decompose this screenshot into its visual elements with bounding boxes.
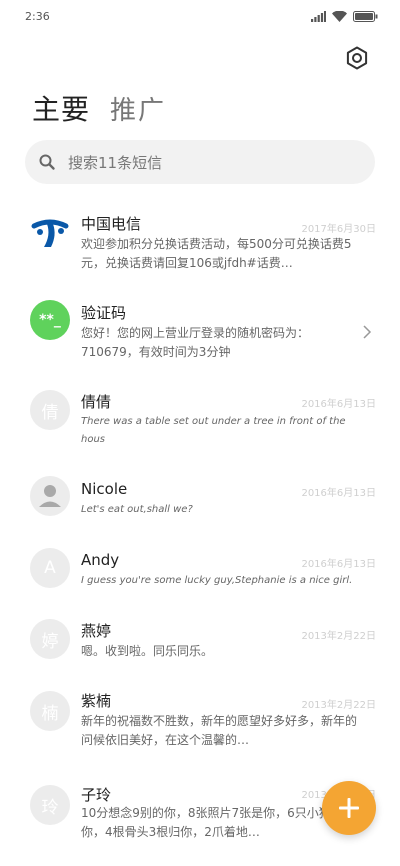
search-placeholder: 搜索11条短信: [68, 154, 163, 172]
avatar: [30, 476, 70, 516]
message-date: 2017年6月30日: [301, 224, 376, 235]
avatar: 楠: [30, 691, 70, 731]
message-item[interactable]: 楠 紫楠 2013年2月22日 新年的祝福数不胜数，新年的愿望好多好多，新年的问…: [0, 664, 400, 764]
avatar-text: **_: [39, 312, 61, 328]
china-telecom-logo-icon: [31, 219, 69, 247]
avatar: **_: [30, 300, 70, 340]
avatar: 婷: [30, 619, 70, 659]
sender-name: 验证码: [81, 304, 127, 322]
sender-name: 燕婷: [81, 622, 112, 640]
avatar: 玲: [30, 785, 70, 825]
message-item[interactable]: 中国电信 2017年6月30日 欢迎参加积分兑换话费活动，每500分可兑换话费5…: [0, 200, 400, 272]
message-preview: There was a table set out under a tree i…: [81, 416, 346, 445]
search-bar[interactable]: 搜索11条短信: [25, 140, 375, 184]
status-icons: [311, 11, 378, 22]
message-preview: Let's eat out,shall we?: [81, 504, 193, 515]
avatar: [30, 213, 70, 253]
message-preview: I guess you're some lucky guy,Stephanie …: [81, 575, 353, 586]
avatar-text: 倩: [41, 402, 59, 423]
message-item[interactable]: A Andy 2016年6月13日 I guess you're some lu…: [0, 520, 400, 592]
message-preview: 嗯。收到啦。同乐同乐。: [81, 644, 214, 658]
avatar-text: 玲: [41, 797, 59, 818]
message-item[interactable]: 倩 倩倩 2016年6月13日 There was a table set ou…: [0, 370, 400, 448]
message-date: 2016年6月13日: [301, 488, 376, 499]
avatar-text: 婷: [41, 631, 59, 652]
status-time: 2:36: [25, 10, 50, 23]
message-preview: 您好！您的网上营业厅登录的随机密码为：710679，有效时间为3分钟: [81, 326, 310, 359]
message-date: 2013年2月22日: [301, 631, 376, 642]
message-date: 2016年6月13日: [301, 399, 376, 410]
status-bar: 2:36: [0, 0, 400, 36]
battery-icon: [353, 11, 378, 22]
avatar-text: 楠: [41, 703, 59, 724]
sender-name: 中国电信: [81, 215, 142, 233]
message-item[interactable]: 婷 燕婷 2013年2月22日 嗯。收到啦。同乐同乐。: [0, 592, 400, 664]
avatar: A: [30, 548, 70, 588]
compose-button[interactable]: [322, 781, 376, 835]
plus-icon: [339, 798, 359, 818]
settings-button[interactable]: [344, 45, 370, 71]
sender-name: Nicole: [81, 480, 128, 498]
wifi-icon: [332, 11, 347, 22]
avatar: 倩: [30, 390, 70, 430]
sender-name: 紫楠: [81, 692, 112, 710]
sender-name: 子玲: [81, 786, 112, 804]
tab-promo[interactable]: 推广: [110, 90, 166, 127]
gear-icon: [346, 46, 368, 70]
message-list: 中国电信 2017年6月30日 欢迎参加积分兑换话费活动，每500分可兑换话费5…: [0, 200, 400, 372]
message-preview: 欢迎参加积分兑换话费活动，每500分可兑换话费5元，兑换话费请回复106或jfd…: [81, 237, 352, 270]
person-icon: [39, 485, 61, 507]
signal-icon: [311, 11, 326, 22]
avatar-text: A: [44, 558, 56, 578]
message-item[interactable]: **_ 验证码 您好！您的网上营业厅登录的随机密码为：710679，有效时间为3…: [0, 272, 400, 372]
message-item[interactable]: Nicole 2016年6月13日 Let's eat out,shall we…: [0, 448, 400, 520]
message-date: 2013年2月22日: [301, 700, 376, 711]
sender-name: Andy: [81, 551, 120, 569]
search-icon: [39, 154, 55, 170]
tab-main[interactable]: 主要: [32, 88, 90, 128]
sender-name: 倩倩: [81, 393, 112, 411]
category-tabs: 主要 推广: [32, 88, 166, 128]
chevron-right-icon: [363, 325, 372, 339]
message-preview: 新年的祝福数不胜数，新年的愿望好多好多，新年的问候依旧美好，在这个温馨的…: [81, 714, 358, 747]
message-date: 2016年6月13日: [301, 559, 376, 570]
